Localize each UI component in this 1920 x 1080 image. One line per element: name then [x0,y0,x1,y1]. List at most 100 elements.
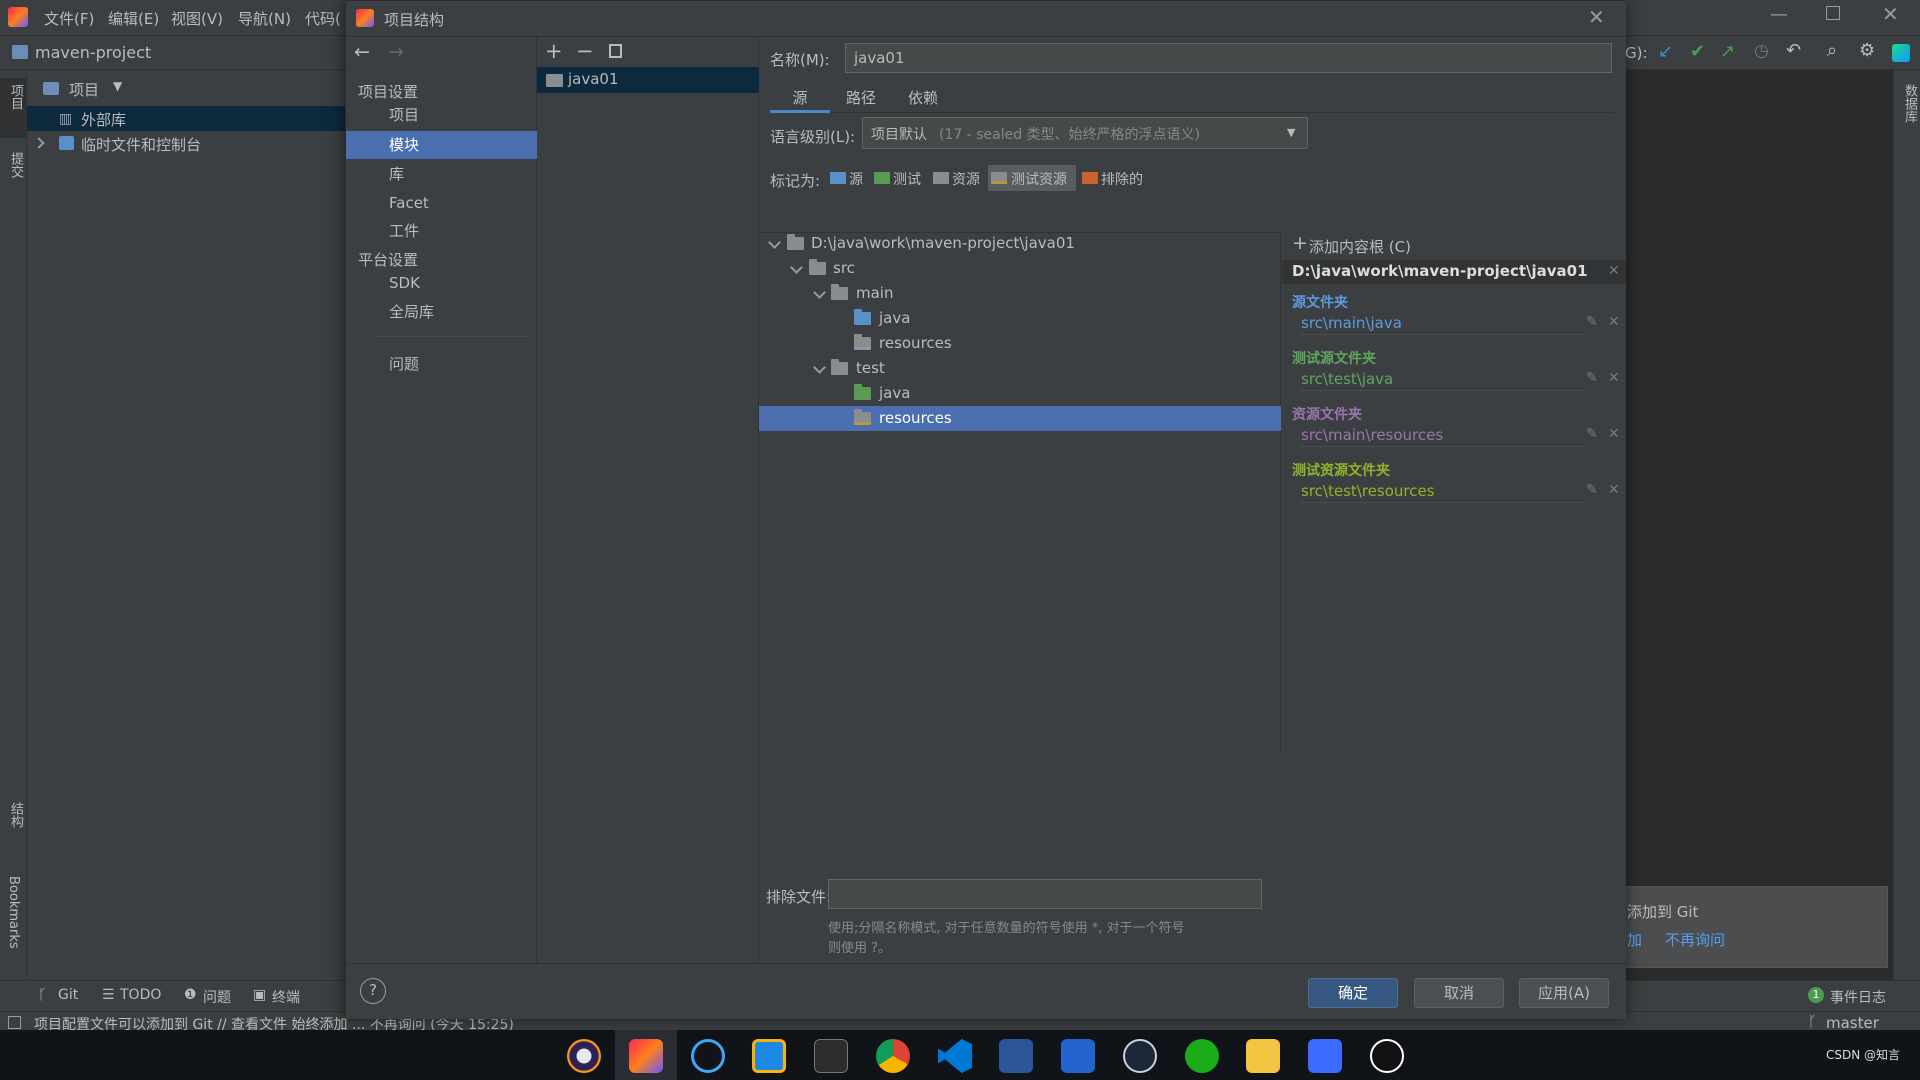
rollback-icon[interactable]: ↶ [1786,40,1801,61]
help-button[interactable]: ? [360,978,386,1004]
tree-row-main[interactable]: main [759,281,1281,306]
tree-row-test-java[interactable]: java [759,381,1281,406]
todo-icon[interactable] [1061,1039,1095,1073]
remove-root-icon[interactable]: ✕ [1608,370,1620,386]
app-icon[interactable] [752,1039,786,1073]
problems-tab[interactable]: 问题 [203,987,231,1007]
notification-add-link[interactable]: 加 [1627,929,1642,950]
remove-root-icon[interactable]: ✕ [1608,426,1620,442]
tree-row-test[interactable]: test [759,356,1281,381]
apply-button[interactable]: 应用(A) [1519,978,1609,1008]
game-icon[interactable] [1370,1039,1404,1073]
menu-edit[interactable]: 编辑(E) [108,8,159,29]
tree-row-root[interactable]: D:\java\work\maven-project\java01 [759,231,1281,256]
tree-row-test-resources[interactable]: resources [759,406,1281,431]
commit-tool-tab[interactable]: 提交 [6,152,25,178]
restore-icon[interactable] [1826,6,1840,20]
menu-file[interactable]: 文件(F) [44,8,94,29]
status-toggle-icon[interactable] [8,1016,21,1029]
add-content-root-link[interactable]: 添加内容根 (C) [1309,236,1411,257]
eclipse-icon[interactable] [567,1039,601,1073]
nav-facets[interactable]: Facet [346,189,537,217]
menu-code[interactable]: 代码( [305,8,341,29]
git-push-icon[interactable]: ↗ [1720,41,1735,62]
remove-root-icon[interactable]: ✕ [1608,482,1620,498]
git-tab[interactable]: Git [58,987,78,1003]
remove-module-icon[interactable]: − [576,39,594,63]
nav-artifacts[interactable]: 工件 [346,217,537,245]
edit-pencil-icon[interactable]: ✎ [1586,314,1598,330]
back-arrow-icon[interactable]: ← [354,41,370,63]
terminal-app-icon[interactable] [814,1039,848,1073]
git-history-icon[interactable]: ◷ [1754,41,1769,61]
menu-navigate[interactable]: 导航(N) [238,8,291,29]
add-module-icon[interactable]: + [545,39,563,63]
module-name-input[interactable] [845,43,1612,73]
project-name[interactable]: maven-project [35,43,151,62]
forward-arrow-icon[interactable]: → [388,41,404,63]
wechat-icon[interactable] [1185,1039,1219,1073]
tab-dependencies[interactable]: 依赖 [908,85,958,113]
git-commit-icon[interactable]: ✔ [1690,41,1705,62]
chevron-down-icon[interactable] [768,236,781,249]
module-row[interactable]: java01 [537,67,759,93]
tab-sources[interactable]: 源 [770,85,830,113]
chevron-down-icon[interactable] [813,361,826,374]
project-view-selector[interactable]: 项目 [69,79,99,100]
edit-pencil-icon[interactable]: ✎ [1586,370,1598,386]
tree-row-main-resources[interactable]: resources [759,331,1281,356]
chrome-icon[interactable] [876,1039,910,1073]
exclude-files-input[interactable] [828,879,1262,909]
nav-sdk[interactable]: SDK [346,269,537,297]
edit-pencil-icon[interactable]: ✎ [1586,426,1598,442]
tree-row-src[interactable]: src [759,256,1281,281]
mark-excluded-button[interactable]: 排除的 [1080,165,1150,191]
todo-tab[interactable]: TODO [120,987,161,1003]
copy-module-icon[interactable] [609,44,622,58]
mark-test-resources-button[interactable]: 测试资源 [988,165,1076,191]
tree-row-main-java[interactable]: java [759,306,1281,331]
bookmarks-tool-tab[interactable]: Bookmarks [6,876,21,949]
dialog-close-icon[interactable]: ✕ [1588,5,1605,29]
remove-root-icon[interactable]: ✕ [1608,263,1620,279]
word-icon[interactable] [999,1039,1033,1073]
cancel-button[interactable]: 取消 [1414,978,1504,1008]
steam-icon[interactable] [1123,1039,1157,1073]
chevron-down-icon[interactable]: ▼ [113,79,122,93]
mark-resources-button[interactable]: 资源 [931,165,989,191]
nav-project[interactable]: 项目 [346,101,537,129]
terminal-tab[interactable]: 终端 [272,987,300,1007]
nav-modules[interactable]: 模块 [346,131,537,159]
notification-never-link[interactable]: 不再询问 [1665,929,1725,950]
mark-test-button[interactable]: 测试 [872,165,930,191]
remove-root-icon[interactable]: ✕ [1608,314,1620,330]
database-tool-tab[interactable]: 数据库 [1900,84,1919,123]
ok-button[interactable]: 确定 [1308,978,1398,1008]
structure-tool-tab[interactable]: 结构 [6,802,25,828]
tree-row-scratches[interactable]: 临时文件和控制台 [27,131,347,156]
edit-pencil-icon[interactable]: ✎ [1586,482,1598,498]
tree-row-external-libs[interactable]: ▥ 外部库 [27,106,347,131]
toolbox-icon[interactable] [1892,44,1910,62]
project-tool-tab[interactable]: 项目 [6,84,25,110]
nav-global-libraries[interactable]: 全局库 [346,298,537,326]
nav-problems[interactable]: 问题 [346,350,537,378]
intellij-icon[interactable] [629,1039,663,1073]
media-icon[interactable] [1308,1039,1342,1073]
search-icon[interactable]: ⌕ [1827,40,1837,61]
language-level-select[interactable]: 项目默认 (17 - sealed 类型、始终严格的浮点语义) ▼ [862,117,1308,149]
menu-view[interactable]: 视图(V) [171,8,223,29]
git-update-icon[interactable]: ↙ [1658,41,1673,62]
chevron-right-icon[interactable] [33,137,45,149]
mark-source-button[interactable]: 源 [828,165,872,191]
tab-paths[interactable]: 路径 [846,85,896,113]
browser-icon[interactable] [691,1039,725,1073]
minimize-icon[interactable]: — [1770,4,1788,25]
settings-gear-icon[interactable]: ⚙ [1859,40,1875,61]
window-close-icon[interactable]: ✕ [1882,2,1899,26]
chevron-down-icon[interactable] [790,261,803,274]
vscode-icon[interactable] [938,1039,972,1073]
chevron-down-icon[interactable] [813,286,826,299]
nav-libraries[interactable]: 库 [346,160,537,188]
explorer-icon[interactable] [1246,1039,1280,1073]
